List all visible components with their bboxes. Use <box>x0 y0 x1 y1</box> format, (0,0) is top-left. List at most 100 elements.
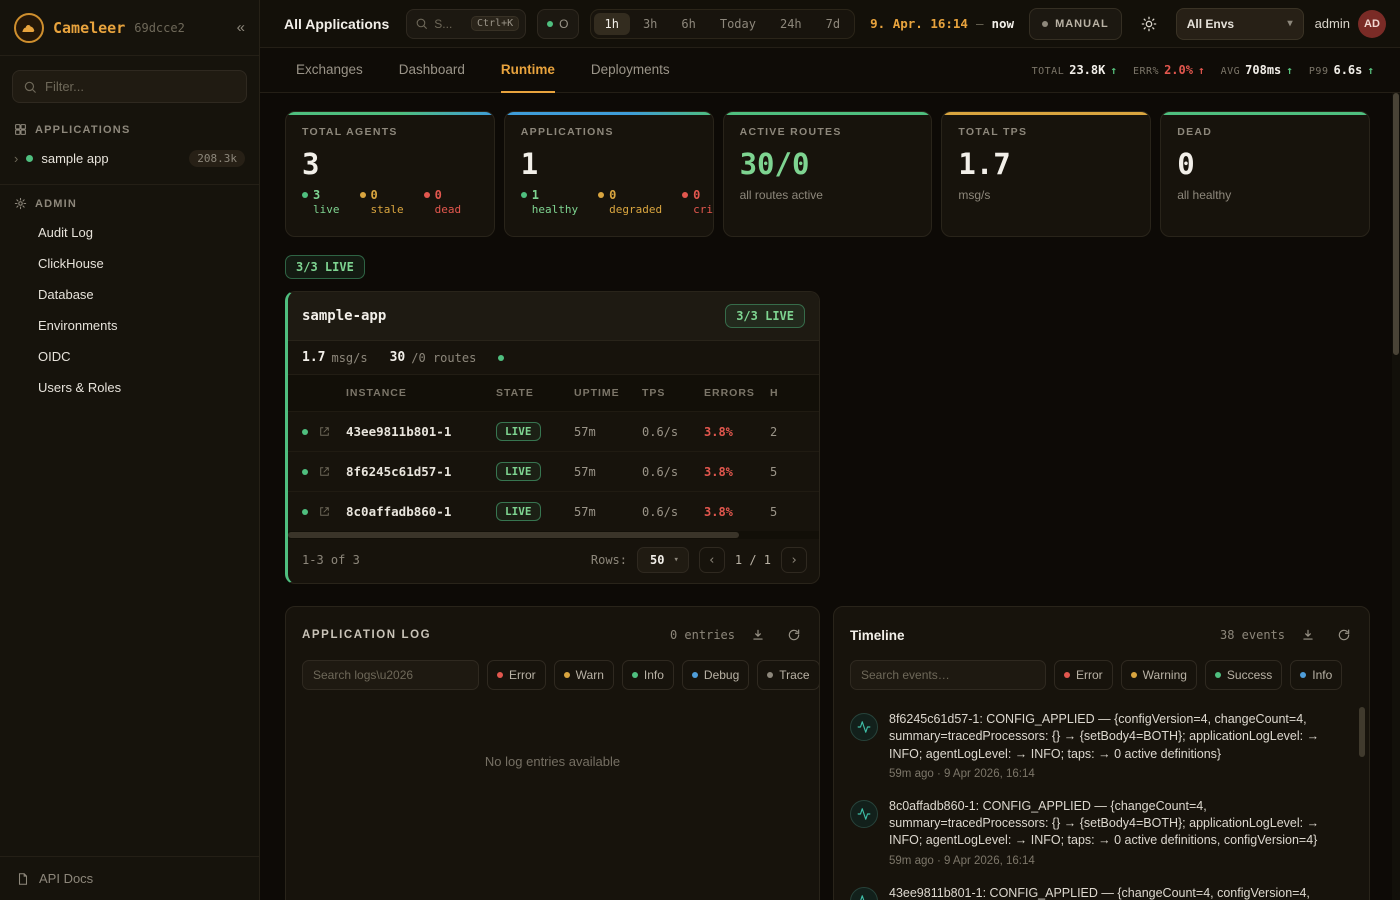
filter-input[interactable] <box>45 79 236 94</box>
applications-section-header: APPLICATIONS <box>0 111 259 143</box>
manual-mode-button[interactable]: MANUAL <box>1029 8 1122 40</box>
filter-label: Trace <box>779 668 809 682</box>
user-menu[interactable]: admin AD <box>1315 10 1386 38</box>
log-filter-warn[interactable]: Warn <box>554 660 614 690</box>
admin-header-label: ADMIN <box>35 198 77 210</box>
refresh-button[interactable] <box>781 622 807 648</box>
time-range-today[interactable]: Today <box>709 13 767 35</box>
download-button[interactable] <box>1295 622 1321 648</box>
table-row[interactable]: 8f6245c61d57-1 LIVE 57m 0.6/s 3.8% 5 <box>288 451 819 491</box>
log-search-input[interactable] <box>302 660 479 690</box>
sidebar-item-audit-log[interactable]: Audit Log <box>0 217 259 248</box>
card-subtitle: msg/s <box>958 188 1134 202</box>
time-range-7d[interactable]: 7d <box>815 13 851 35</box>
errors-value: 3.8% <box>704 465 770 479</box>
activity-icon <box>850 887 878 900</box>
prev-page-button[interactable]: ‹ <box>699 547 725 573</box>
sidebar-item-oidc[interactable]: OIDC <box>0 341 259 372</box>
sidebar-collapse-icon[interactable]: « <box>237 19 245 36</box>
tab-runtime[interactable]: Runtime <box>501 48 555 93</box>
timeline-search-input[interactable] <box>850 660 1046 690</box>
app-item-label: sample app <box>41 151 108 166</box>
col-uptime: UPTIME <box>574 387 642 399</box>
external-link-icon[interactable] <box>318 425 346 438</box>
event-text: 8f6245c61d57-1: CONFIG_APPLIED — {config… <box>889 711 1327 763</box>
time-range-3h[interactable]: 3h <box>632 13 668 35</box>
rows-per-page-select[interactable]: 50 ▾ <box>637 547 689 573</box>
sidebar-item-sample-app[interactable]: › sample app 208.3k <box>0 143 259 174</box>
log-filter-info[interactable]: Info <box>622 660 674 690</box>
card-accent <box>1161 112 1369 115</box>
sun-icon <box>1141 16 1157 32</box>
next-page-button[interactable]: › <box>781 547 807 573</box>
log-filter-debug[interactable]: Debug <box>682 660 749 690</box>
table-row[interactable]: 8c0affadb860-1 LIVE 57m 0.6/s 3.8% 5 <box>288 491 819 531</box>
timeline-filter-success[interactable]: Success <box>1205 660 1282 690</box>
sidebar-item-users-roles[interactable]: Users & Roles <box>0 372 259 403</box>
event-text: 43ee9811b801-1: CONFIG_APPLIED — {change… <box>889 885 1310 900</box>
timeline-filter-warning[interactable]: Warning <box>1121 660 1197 690</box>
sidebar-filter[interactable] <box>12 70 247 103</box>
breakdown-stale: 0 stale <box>360 188 404 216</box>
card-title: TOTAL AGENTS <box>302 126 478 138</box>
activity-icon <box>850 800 878 828</box>
main-scrollbar[interactable] <box>1392 93 1400 900</box>
info-dot <box>1300 672 1306 678</box>
tps-value: 0.6/s <box>642 465 704 479</box>
theme-toggle-button[interactable] <box>1133 8 1165 40</box>
debug-dot <box>692 672 698 678</box>
app-card-header[interactable]: sample-app 3/3 LIVE <box>288 292 819 341</box>
sidebar-item-environments[interactable]: Environments <box>0 310 259 341</box>
metric-avg-label: AVG <box>1221 66 1241 77</box>
live-summary-row: 3/3 LIVE <box>285 255 1370 279</box>
log-filter-trace[interactable]: Trace <box>757 660 819 690</box>
log-filter-error[interactable]: Error <box>487 660 546 690</box>
breakdown-critical: 0 criti <box>682 188 713 216</box>
env-select-value: All Envs <box>1187 17 1234 31</box>
page-title: All Applications <box>284 16 389 32</box>
timeline-scrollbar[interactable] <box>1359 707 1365 900</box>
sidebar-item-database[interactable]: Database <box>0 279 259 310</box>
error-dot <box>1064 672 1070 678</box>
tab-deployments[interactable]: Deployments <box>591 48 670 93</box>
tab-dashboard[interactable]: Dashboard <box>399 48 465 93</box>
sidebar-item-clickhouse[interactable]: ClickHouse <box>0 248 259 279</box>
card-total-agents: TOTAL AGENTS 3 3 live 0 stale 0 <box>285 111 495 237</box>
metric-total-label: TOTAL <box>1032 66 1065 77</box>
timeline-panel: Timeline 38 events Error Warning Su <box>833 606 1370 900</box>
expand-chevron-icon[interactable]: › <box>14 151 18 166</box>
tab-exchanges[interactable]: Exchanges <box>296 48 363 93</box>
manual-mode-dot <box>1042 21 1048 27</box>
avatar[interactable]: AD <box>1358 10 1386 38</box>
time-range-6h[interactable]: 6h <box>670 13 706 35</box>
card-accent <box>724 112 932 115</box>
metric-err: ERR% 2.0% ↑ <box>1133 63 1205 77</box>
timeline-scrollbar-thumb[interactable] <box>1359 707 1365 757</box>
table-row[interactable]: 43ee9811b801-1 LIVE 57m 0.6/s 3.8% 2 <box>288 411 819 451</box>
external-link-icon[interactable] <box>318 505 346 518</box>
time-range-1h[interactable]: 1h <box>594 13 630 35</box>
horizontal-scrollbar-thumb[interactable] <box>288 532 739 538</box>
timeline-filter-error[interactable]: Error <box>1054 660 1113 690</box>
metric-p99-label: P99 <box>1309 66 1329 77</box>
instance-status-dot <box>302 509 308 515</box>
healthy-count: 1 <box>532 188 539 202</box>
external-link-icon[interactable] <box>318 465 346 478</box>
download-button[interactable] <box>745 622 771 648</box>
info-dot <box>632 672 638 678</box>
horizontal-scrollbar[interactable] <box>288 531 819 539</box>
time-range-24h[interactable]: 24h <box>769 13 813 35</box>
topbar: All Applications S... Ctrl+K O 1h 3h 6h … <box>260 0 1400 48</box>
api-docs-link[interactable]: API Docs <box>0 856 259 900</box>
timeline-filter-info[interactable]: Info <box>1290 660 1342 690</box>
env-select[interactable]: All Envs ▾ <box>1176 8 1304 40</box>
sidebar-header: Cameleer 69dcce2 « <box>0 0 259 56</box>
card-value: 3 <box>302 147 478 181</box>
online-status-chip[interactable]: O <box>537 9 578 39</box>
trace-dot <box>767 672 773 678</box>
instance-status-dot <box>302 469 308 475</box>
main-scrollbar-thumb[interactable] <box>1393 93 1399 355</box>
global-search[interactable]: S... Ctrl+K <box>406 9 526 39</box>
refresh-button[interactable] <box>1331 622 1357 648</box>
col-extra: H <box>770 387 810 399</box>
